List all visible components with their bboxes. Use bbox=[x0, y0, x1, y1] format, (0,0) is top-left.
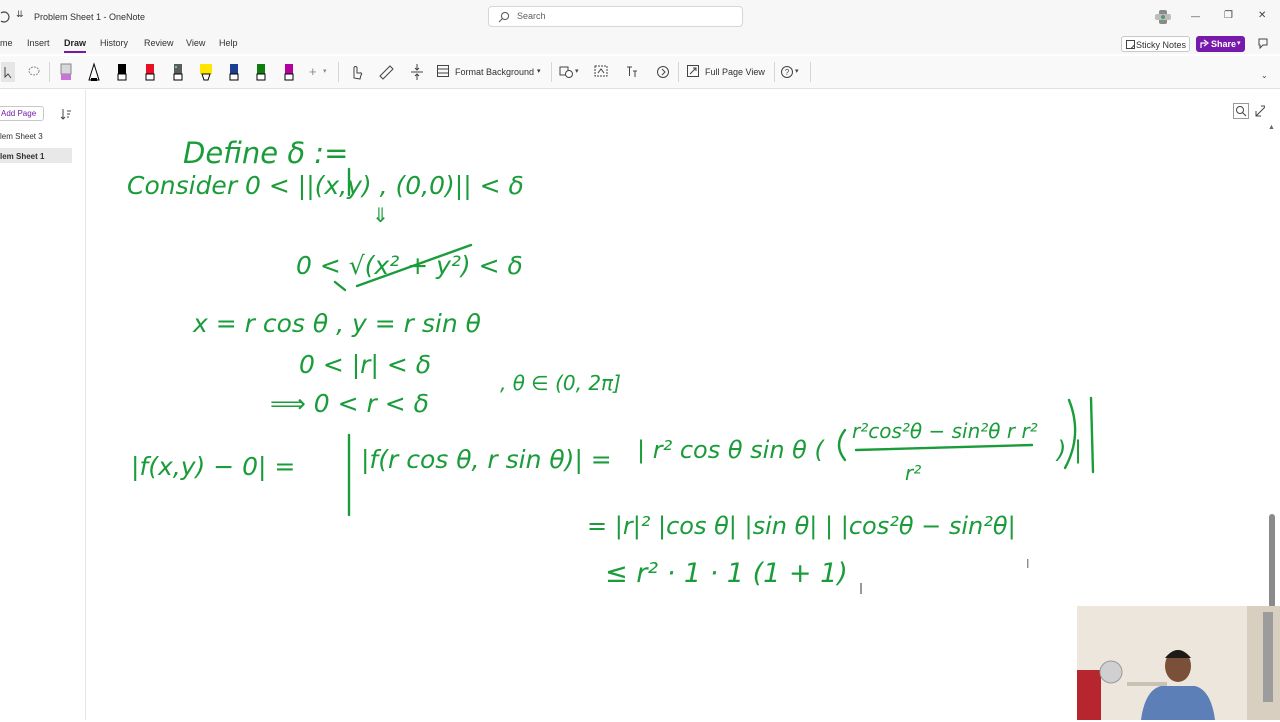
sticky-notes-button[interactable]: Sticky Notes bbox=[1121, 36, 1190, 52]
pen-blue-icon[interactable] bbox=[227, 62, 241, 82]
quick-access-icon[interactable]: ⇊ bbox=[16, 9, 24, 20]
page-item-sheet-1[interactable]: lem Sheet 1 bbox=[0, 152, 44, 161]
pen-green-icon[interactable] bbox=[254, 62, 268, 82]
ribbon-collapse-icon[interactable]: ⌄ bbox=[1261, 71, 1268, 80]
menu-insert[interactable]: Insert bbox=[27, 38, 50, 48]
ink-expansion-lhs[interactable]: | r² cos θ sin θ ( bbox=[637, 436, 825, 464]
format-background-label: Format Background bbox=[455, 67, 535, 77]
feedback-icon[interactable] bbox=[1257, 38, 1269, 50]
ink-r-bound[interactable]: ⟹ 0 < r < δ bbox=[270, 389, 429, 418]
ink-polar-substitution[interactable]: x = r cos θ , y = r sin θ bbox=[192, 309, 481, 338]
presenter-video bbox=[1077, 606, 1280, 720]
close-button[interactable]: ✕ bbox=[1258, 10, 1266, 21]
full-page-view-button[interactable]: Full Page View bbox=[687, 64, 769, 80]
ink-fraction-numerator[interactable]: r²cos²θ − sin²θ r r² bbox=[852, 419, 1038, 443]
ink-consider-line[interactable]: Consider 0 < ||(x,y) , (0,0)|| < δ bbox=[127, 171, 524, 200]
ink-to-text-icon[interactable] bbox=[624, 62, 640, 82]
ink-f-polar[interactable]: |f(r cos θ, r sin θ)| = bbox=[361, 445, 612, 474]
pen-outline-icon[interactable] bbox=[87, 62, 101, 82]
title-bar: ⇊ Problem Sheet 1 - OneNote Search — ❐ ✕ bbox=[0, 0, 1280, 34]
ink-final-bound[interactable]: ≤ r² · 1 · 1 (1 + 1) bbox=[605, 558, 848, 589]
window-title: Problem Sheet 1 - OneNote bbox=[34, 12, 146, 22]
search-placeholder: Search bbox=[517, 11, 546, 21]
menu-home[interactable]: me bbox=[0, 38, 13, 48]
ink-implies-arrow[interactable]: ⇓ bbox=[372, 203, 389, 227]
add-page-button[interactable]: Add Page bbox=[0, 106, 44, 121]
full-page-view-label: Full Page View bbox=[705, 67, 765, 77]
format-background-icon bbox=[437, 65, 449, 77]
share-label: Share bbox=[1211, 39, 1237, 49]
search-icon bbox=[498, 11, 510, 23]
pen-black-icon[interactable] bbox=[115, 62, 129, 82]
ink-f-difference[interactable]: |f(x,y) − 0| = bbox=[131, 452, 295, 481]
ink-sqrt-hook bbox=[333, 280, 347, 292]
menu-draw[interactable]: Draw bbox=[64, 38, 86, 48]
menu-review[interactable]: Review bbox=[144, 38, 174, 48]
eraser-pen-icon[interactable] bbox=[59, 62, 73, 82]
share-button[interactable]: Share ▾ bbox=[1196, 36, 1245, 52]
menu-view[interactable]: View bbox=[186, 38, 205, 48]
ink-abs-r-bound[interactable]: 0 < |r| < δ bbox=[299, 350, 431, 379]
full-page-view-icon bbox=[687, 65, 699, 77]
pen-red-icon[interactable] bbox=[143, 62, 157, 82]
share-dropdown-icon: ▾ bbox=[1237, 40, 1241, 47]
add-pen-dropdown-icon[interactable]: ▾ bbox=[323, 67, 327, 75]
page-item-sheet-3[interactable]: lem Sheet 3 bbox=[0, 132, 43, 141]
ink-fraction-denominator[interactable]: r² bbox=[905, 461, 921, 485]
share-icon bbox=[1200, 39, 1209, 48]
add-page-label: Add Page bbox=[1, 109, 37, 118]
ink-fraction-bar bbox=[854, 443, 1034, 452]
add-pen-icon[interactable]: + bbox=[309, 64, 317, 79]
sticky-notes-label: Sticky Notes bbox=[1136, 40, 1187, 50]
ink-replay-icon[interactable] bbox=[655, 62, 671, 82]
ink-abs-bound-line[interactable]: = |r|² |cos θ| |sin θ| | |cos²θ − sin²θ| bbox=[587, 512, 1016, 540]
insert-space-icon[interactable] bbox=[409, 62, 425, 82]
select-tool-icon[interactable] bbox=[1, 62, 15, 82]
ink-sqrt-line[interactable]: 0 < √(x² + y²) < δ bbox=[296, 251, 523, 280]
menu-history[interactable]: History bbox=[100, 38, 128, 48]
mouse-ibeam-cursor: I bbox=[1026, 557, 1030, 571]
restore-button[interactable]: ❐ bbox=[1224, 10, 1233, 21]
ink-to-shape-icon[interactable] bbox=[593, 62, 609, 82]
shapes-icon[interactable] bbox=[559, 62, 573, 82]
pen-purple-icon[interactable] bbox=[282, 62, 296, 82]
lasso-select-icon[interactable] bbox=[27, 62, 41, 82]
menu-bar: me Insert Draw History Review View Help … bbox=[0, 34, 1280, 54]
minimize-button[interactable]: — bbox=[1191, 11, 1200, 21]
scrollbar-thumb[interactable] bbox=[1269, 514, 1275, 608]
sort-pages-icon[interactable] bbox=[60, 108, 72, 120]
ruler-icon[interactable] bbox=[378, 62, 394, 82]
touch-draw-icon[interactable] bbox=[349, 62, 363, 82]
sticky-note-icon bbox=[1126, 40, 1135, 49]
scroll-up-icon[interactable]: ▲ bbox=[1268, 124, 1275, 131]
svg-text:?: ? bbox=[785, 68, 790, 77]
back-icon[interactable] bbox=[0, 10, 12, 24]
draw-ribbon: + ▾ Format Background ▾ ▾ Full Page View… bbox=[0, 56, 1280, 89]
shapes-dropdown-icon[interactable]: ▾ bbox=[575, 67, 579, 75]
search-box[interactable]: Search bbox=[488, 6, 743, 27]
active-tab-indicator bbox=[64, 51, 86, 53]
ink-theta-range[interactable]: , θ ∈ (0, 2π] bbox=[500, 371, 621, 395]
page-list-pane: Add Page lem Sheet 3 lem Sheet 1 bbox=[0, 90, 86, 720]
help-icon[interactable]: ? bbox=[780, 62, 794, 82]
menu-help[interactable]: Help bbox=[219, 38, 238, 48]
presenter-webcam-overlay bbox=[1077, 606, 1280, 720]
zoom-icon[interactable] bbox=[1233, 103, 1249, 119]
copilot-icon[interactable] bbox=[1154, 9, 1172, 25]
ink-left-paren bbox=[837, 428, 847, 462]
ink-define-delta[interactable]: Define δ := bbox=[183, 136, 348, 170]
highlighter-yellow-icon[interactable] bbox=[198, 62, 214, 82]
format-background-dropdown-icon: ▾ bbox=[537, 68, 541, 75]
pen-galaxy-icon[interactable] bbox=[171, 62, 185, 82]
format-background-button[interactable]: Format Background ▾ bbox=[437, 64, 547, 80]
help-dropdown-icon[interactable]: ▾ bbox=[795, 67, 799, 75]
ink-abs-bar-right bbox=[1089, 396, 1095, 474]
